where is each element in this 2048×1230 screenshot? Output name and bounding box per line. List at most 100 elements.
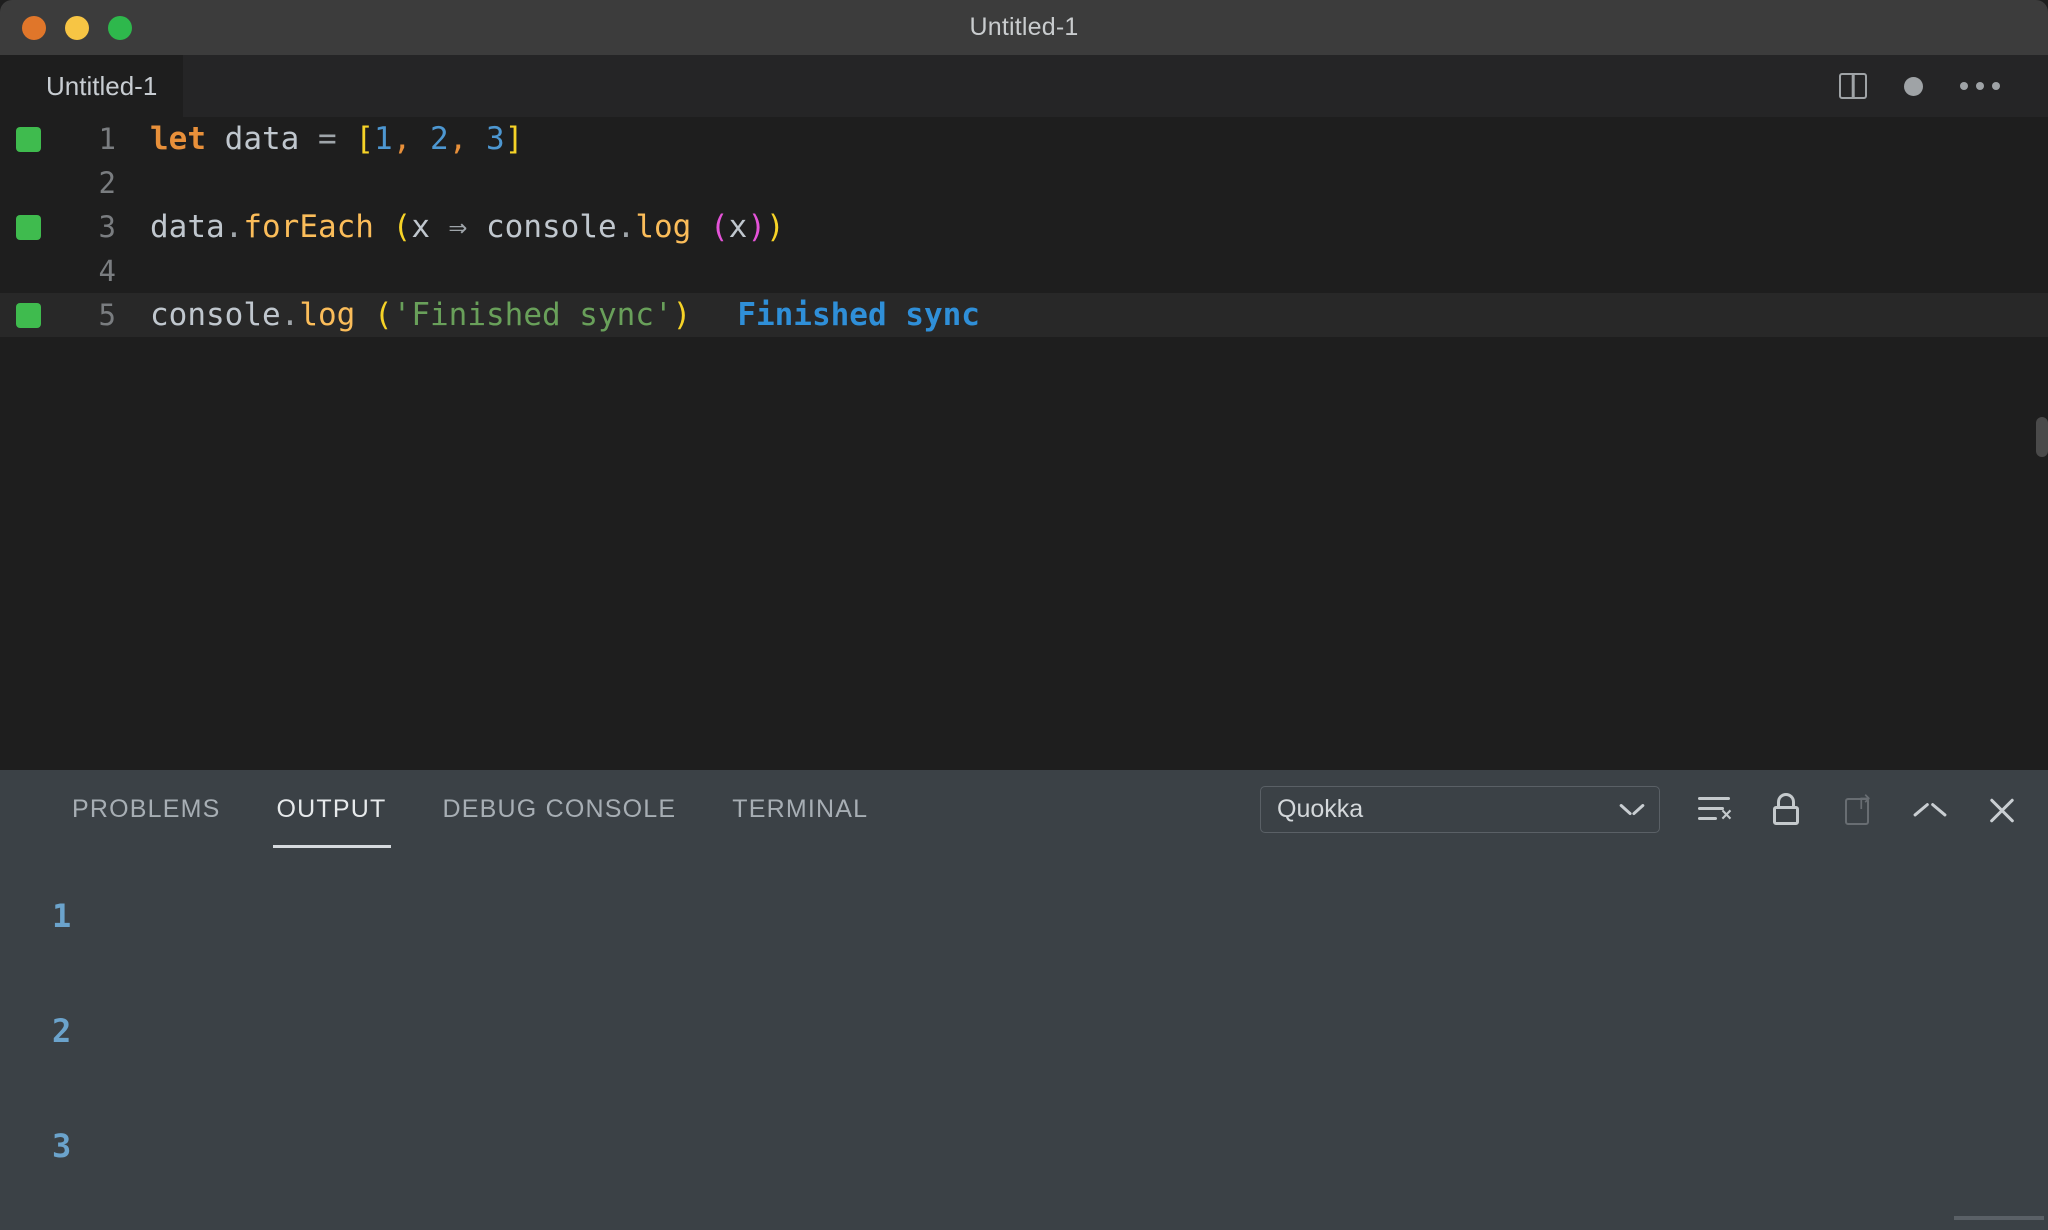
code-content: data.forEach (x ⇒ console.log (x)) — [148, 205, 785, 249]
window-titlebar: Untitled-1 — [0, 0, 2048, 55]
code-token: forEach — [243, 209, 374, 245]
line-number: 3 — [56, 205, 148, 249]
output-panel-body[interactable]: 123Finished sync at quokka.js:5:0 — [0, 848, 2048, 1230]
code-token: let — [150, 121, 206, 157]
code-token — [691, 209, 710, 245]
code-token: 1 — [374, 121, 393, 157]
output-value: 2 — [52, 1012, 71, 1050]
panel-tab-label: TERMINAL — [732, 795, 868, 824]
quokka-marker-cell — [0, 127, 56, 152]
line-number: 4 — [56, 249, 148, 293]
clear-output-icon[interactable]: × — [1694, 789, 1734, 829]
code-token — [206, 121, 225, 157]
open-in-editor-icon[interactable]: ↱ — [1838, 789, 1878, 829]
line-number: 1 — [56, 117, 148, 161]
editor-tab-untitled-1[interactable]: Untitled-1 — [0, 55, 183, 117]
panel-tab-output[interactable]: OUTPUT — [249, 770, 415, 848]
chevron-down-icon — [1621, 803, 1643, 815]
code-token: console — [150, 297, 281, 333]
editor-actions — [1839, 73, 2018, 99]
code-token: . — [281, 297, 300, 333]
code-token: log — [635, 209, 691, 245]
code-content: let data = [1, 2, 3] — [148, 117, 523, 161]
quokka-marker-cell — [0, 303, 56, 328]
code-token: . — [225, 209, 244, 245]
output-channel-value: Quokka — [1277, 795, 1363, 824]
output-value: 1 — [52, 897, 71, 935]
code-token: 'Finished sync' — [393, 297, 673, 333]
editor-scrollbar[interactable] — [2036, 417, 2048, 457]
code-token — [411, 121, 430, 157]
code-editor[interactable]: 1let data = [1, 2, 3]23data.forEach (x ⇒… — [0, 117, 2048, 770]
code-token — [337, 121, 356, 157]
line-number: 2 — [56, 161, 148, 205]
code-token: console — [486, 209, 617, 245]
quokka-live-marker-icon — [16, 215, 41, 240]
code-token: ) — [766, 209, 785, 245]
lock-scroll-icon[interactable] — [1766, 789, 1806, 829]
code-token: ( — [710, 209, 729, 245]
panel-scrollbar[interactable] — [1954, 1216, 2044, 1220]
code-token: ) — [747, 209, 766, 245]
code-line[interactable]: 2 — [0, 161, 2048, 205]
code-line[interactable]: 3data.forEach (x ⇒ console.log (x)) — [0, 205, 2048, 249]
quokka-live-marker-icon — [16, 303, 41, 328]
panel-header: PROBLEMS OUTPUT DEBUG CONSOLE TERMINAL Quok… — [0, 770, 2048, 848]
code-token: 2 — [430, 121, 449, 157]
code-token: ] — [505, 121, 524, 157]
output-lines: 123Finished sync at quokka.js:5:0 — [52, 900, 2048, 1230]
quokka-inline-value: Finished sync — [691, 297, 980, 333]
window-title: Untitled-1 — [0, 13, 2048, 42]
output-line: 1 — [52, 900, 2048, 1015]
quokka-live-marker-icon — [16, 127, 41, 152]
output-channel-select[interactable]: Quokka — [1260, 786, 1660, 833]
panel-tab-problems[interactable]: PROBLEMS — [44, 770, 249, 848]
bottom-panel: PROBLEMS OUTPUT DEBUG CONSOLE TERMINAL Quok… — [0, 770, 2048, 1230]
panel-toolbar: Quokka × ↱ — [1260, 786, 2022, 833]
code-line[interactable]: 1let data = [1, 2, 3] — [0, 117, 2048, 161]
panel-tab-terminal[interactable]: TERMINAL — [704, 770, 896, 848]
code-token: ) — [673, 297, 692, 333]
code-token: x — [729, 209, 748, 245]
code-token: , — [449, 121, 468, 157]
code-token — [355, 297, 374, 333]
panel-tab-label: OUTPUT — [277, 795, 387, 824]
editor-tab-label: Untitled-1 — [46, 71, 157, 102]
code-lines: 1let data = [1, 2, 3]23data.forEach (x ⇒… — [0, 117, 2048, 337]
code-token: log — [299, 297, 355, 333]
code-token: [ — [355, 121, 374, 157]
code-line[interactable]: 5console.log ('Finished sync')Finished s… — [0, 293, 2048, 337]
quokka-marker-cell — [0, 215, 56, 240]
split-editor-icon[interactable] — [1839, 73, 1867, 99]
code-token: data — [150, 209, 225, 245]
code-token: , — [393, 121, 412, 157]
panel-tab-label: PROBLEMS — [72, 795, 221, 824]
code-token: = — [318, 121, 337, 157]
code-token: ( — [374, 297, 393, 333]
panel-tab-debug-console[interactable]: DEBUG CONSOLE — [415, 770, 705, 848]
vscode-window: Untitled-1 Untitled-1 1let data = [1, 2,… — [0, 0, 2048, 1230]
code-token: 3 — [486, 121, 505, 157]
panel-tab-label: DEBUG CONSOLE — [443, 795, 677, 824]
panel-icon-group: × ↱ — [1694, 789, 2022, 829]
output-line: 2 — [52, 1015, 2048, 1130]
code-token — [374, 209, 393, 245]
code-token: ( — [393, 209, 412, 245]
code-line[interactable]: 4 — [0, 249, 2048, 293]
code-token — [467, 121, 486, 157]
collapse-panel-icon[interactable] — [1910, 789, 1950, 829]
code-token — [299, 121, 318, 157]
output-value: 3 — [52, 1127, 71, 1165]
close-panel-icon[interactable] — [1982, 789, 2022, 829]
code-token: . — [617, 209, 636, 245]
more-actions-icon[interactable] — [1960, 82, 2000, 90]
panel-tabs: PROBLEMS OUTPUT DEBUG CONSOLE TERMINAL — [44, 770, 896, 848]
code-token: x — [411, 209, 430, 245]
code-token: data — [225, 121, 300, 157]
code-content: console.log ('Finished sync')Finished sy… — [148, 293, 980, 337]
line-number: 5 — [56, 293, 148, 337]
editor-tabstrip: Untitled-1 — [0, 55, 2048, 117]
output-line: 3 — [52, 1130, 2048, 1230]
unsaved-dot-icon[interactable] — [1904, 77, 1923, 96]
code-token: ⇒ — [430, 209, 486, 245]
